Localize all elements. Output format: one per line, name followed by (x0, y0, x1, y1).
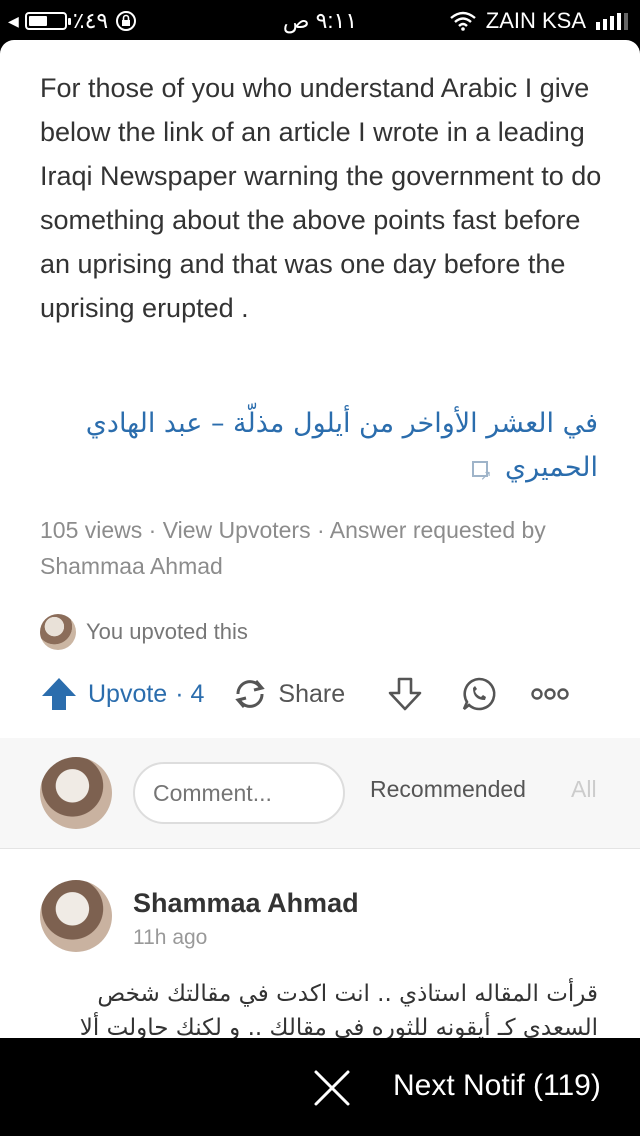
avatar (40, 614, 76, 650)
share-label: Share (278, 679, 346, 708)
upvote-arrow-icon (42, 678, 76, 710)
downvote-icon (388, 677, 422, 711)
commenter-avatar[interactable] (40, 880, 112, 952)
status-right: ZAIN KSA (449, 8, 628, 34)
tab-recommended[interactable]: Recommended (370, 776, 526, 803)
comment-bar: Recommended All (0, 738, 640, 848)
action-bar: Upvote · 4 Share (40, 672, 610, 716)
signal-icon (596, 12, 628, 30)
divider (0, 848, 640, 849)
downvote-button[interactable] (387, 676, 423, 712)
upvoted-row: You upvoted this (40, 614, 248, 650)
whatsapp-button[interactable] (461, 676, 497, 712)
status-bar: ◀ ٪٤٩ ٩:١١ ص ZAIN KSA (0, 0, 640, 40)
commenter-name[interactable]: Shammaa Ahmad (133, 888, 359, 919)
upvote-count: · 4 (175, 679, 205, 708)
article-link[interactable]: في العشر الأواخر من أيلول مذلّة – عبد ال… (40, 402, 598, 498)
next-notif-button[interactable]: Next Notif (119) (393, 1069, 601, 1103)
bottom-bar: Next Notif (119) (0, 1038, 640, 1136)
answer-body: For those of you who understand Arabic I… (40, 73, 602, 323)
comment-input[interactable] (133, 762, 345, 824)
avatar (40, 757, 112, 829)
whatsapp-icon (462, 677, 496, 711)
article-link-text[interactable]: في العشر الأواخر من أيلول مذلّة – عبد ال… (86, 408, 598, 483)
wifi-icon (449, 11, 476, 31)
upvote-button[interactable]: Upvote · 4 (40, 676, 204, 712)
answer-card: For those of you who understand Arabic I… (0, 40, 640, 1038)
more-button[interactable] (531, 687, 569, 701)
more-icon (531, 688, 569, 700)
share-button[interactable]: Share (232, 676, 345, 712)
share-icon (235, 680, 266, 708)
upvote-label: Upvote (88, 679, 168, 708)
comment-time: 11h ago (133, 926, 208, 949)
external-link-icon (472, 454, 491, 498)
comment-text: قرأت المقاله استاذي .. انت اكدت في مقالت… (79, 981, 598, 1038)
carrier-name: ZAIN KSA (485, 8, 586, 33)
tab-all[interactable]: All (571, 776, 597, 803)
answer-meta: 105 views · View Upvoters · Answer reque… (40, 517, 546, 579)
close-icon[interactable] (310, 1066, 354, 1110)
upvoted-text: You upvoted this (86, 619, 248, 644)
